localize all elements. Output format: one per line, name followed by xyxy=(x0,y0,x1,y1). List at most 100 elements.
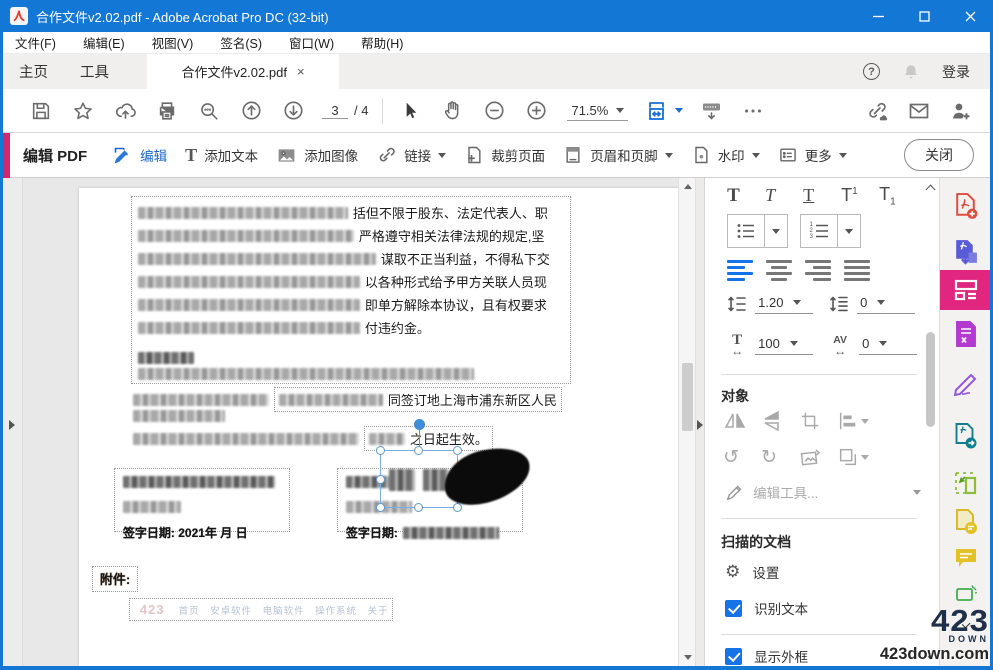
panel-scroll-thumb[interactable] xyxy=(926,332,935,427)
align-center-button[interactable] xyxy=(766,260,792,281)
document-canvas[interactable]: 括但不限于股东、法定代表人、职 严格遵守相关法律法规的规定,坚 谋取不正当利益，… xyxy=(23,178,678,666)
scroll-down-icon[interactable] xyxy=(684,655,692,660)
scrollbar-thumb[interactable] xyxy=(682,363,693,431)
menu-view[interactable]: 视图(V) xyxy=(152,33,194,52)
pdf-plus-icon[interactable] xyxy=(940,192,991,221)
doc-x-icon[interactable] xyxy=(940,320,991,348)
save-icon[interactable] xyxy=(20,93,62,129)
tab-document[interactable]: 合作文件v2.02.pdf × xyxy=(147,54,339,89)
email-icon[interactable] xyxy=(898,93,940,129)
text-block-outline[interactable]: 括但不限于股东、法定代表人、职 严格遵守相关法律法规的规定,坚 谋取不正当利益，… xyxy=(131,196,571,384)
maximize-button[interactable] xyxy=(901,0,947,32)
subscript-button[interactable]: T1 xyxy=(879,184,917,208)
previous-page-icon[interactable] xyxy=(230,93,272,129)
replace-image-icon[interactable] xyxy=(799,446,837,468)
header-footer-button[interactable]: 页眉和页脚 xyxy=(554,139,682,171)
underline-button[interactable]: T xyxy=(803,185,841,206)
zoom-out-icon[interactable] xyxy=(473,93,515,129)
tab-home[interactable]: 主页 xyxy=(3,54,64,89)
watermark-button[interactable]: 水印 xyxy=(682,139,769,171)
menu-help[interactable]: 帮助(H) xyxy=(361,33,403,52)
fit-width-icon[interactable] xyxy=(638,93,690,129)
more-button[interactable]: 更多 xyxy=(769,139,856,171)
pdf-arrow-icon[interactable] xyxy=(940,238,991,267)
bell-icon[interactable] xyxy=(902,63,920,81)
arrange-objects-icon[interactable] xyxy=(837,446,875,468)
edit-tools-row[interactable]: 编辑工具... xyxy=(725,482,921,502)
recognize-text-row[interactable]: 识别文本 xyxy=(725,598,808,618)
menu-edit[interactable]: 编辑(E) xyxy=(83,33,125,52)
crop-object-icon[interactable] xyxy=(799,410,837,432)
resize-handle-se[interactable] xyxy=(453,503,462,512)
resize-handle-nw[interactable] xyxy=(376,446,385,455)
party-a-signature-block[interactable]: 签字日期: 2021年 月 日 xyxy=(114,468,290,532)
share-upload-icon[interactable] xyxy=(104,93,146,129)
doc-send-icon[interactable] xyxy=(940,422,991,450)
bullet-list-caret[interactable] xyxy=(765,215,787,247)
bold-button[interactable]: T xyxy=(727,185,765,207)
sign-place-outline[interactable]: 同签订地上海市浦东新区人民 xyxy=(274,387,562,412)
add-image-button[interactable]: 添加图像 xyxy=(267,139,367,172)
flip-horizontal-icon[interactable] xyxy=(723,410,761,432)
crop-green-icon[interactable] xyxy=(940,470,991,496)
line-spacing-control[interactable]: 1.20 xyxy=(755,294,813,314)
zoom-level-control[interactable]: 71.5% xyxy=(567,101,628,121)
align-right-button[interactable] xyxy=(805,260,831,281)
expand-left-panel-icon[interactable] xyxy=(9,420,15,430)
edit-pdf-active-tile[interactable] xyxy=(940,270,991,310)
star-icon[interactable] xyxy=(62,93,104,129)
document-scrollbar[interactable] xyxy=(678,178,695,666)
tab-tools[interactable]: 工具 xyxy=(64,54,125,89)
resize-handle-n[interactable] xyxy=(414,446,423,455)
scroll-up-icon[interactable] xyxy=(684,184,692,189)
menu-file[interactable]: 文件(F) xyxy=(15,33,56,52)
pdf-page[interactable]: 括但不限于股东、法定代表人、职 严格遵守相关法律法规的规定,坚 谋取不正当利益，… xyxy=(79,188,681,666)
help-icon[interactable]: ? xyxy=(863,63,880,80)
sign-in-link[interactable]: 登录 xyxy=(942,62,970,82)
panel-scroll-up-icon[interactable] xyxy=(926,185,936,195)
settings-row[interactable]: ⚙ 设置 xyxy=(725,562,779,582)
menu-sign[interactable]: 签名(S) xyxy=(220,33,262,52)
minimize-button[interactable] xyxy=(855,0,901,32)
horizontal-scale-control[interactable]: 100 xyxy=(755,335,813,355)
show-outline-row[interactable]: 显示外框 xyxy=(725,646,808,666)
panel-scrollbar[interactable] xyxy=(924,182,937,662)
align-left-button[interactable] xyxy=(727,260,753,281)
paragraph-spacing-control[interactable]: 0 xyxy=(857,294,915,314)
select-tool-icon[interactable] xyxy=(389,93,431,129)
panel-collapse-strip[interactable] xyxy=(695,178,704,666)
resize-handle-sw[interactable] xyxy=(376,503,385,512)
more-tools-icon[interactable] xyxy=(732,93,774,129)
align-justify-button[interactable] xyxy=(844,260,870,281)
print-icon[interactable] xyxy=(146,93,188,129)
superscript-button[interactable]: T1 xyxy=(841,185,879,206)
tab-close-icon[interactable]: × xyxy=(297,64,305,79)
add-text-button[interactable]: T 添加文本 xyxy=(176,139,267,171)
comment-bubble-icon[interactable] xyxy=(940,546,991,570)
recognize-text-checkbox[interactable] xyxy=(725,600,742,617)
add-person-icon[interactable] xyxy=(940,93,982,129)
close-button[interactable] xyxy=(947,0,993,32)
kerning-control[interactable]: 0 xyxy=(859,335,917,355)
flip-vertical-icon[interactable] xyxy=(761,410,799,432)
attachment-outline[interactable]: 附件: xyxy=(92,566,138,592)
resize-handle-w[interactable] xyxy=(376,475,385,484)
italic-button[interactable]: T xyxy=(765,185,803,206)
next-page-icon[interactable] xyxy=(272,93,314,129)
resize-handle-ne[interactable] xyxy=(453,446,462,455)
rotation-handle[interactable] xyxy=(414,419,425,430)
rotate-ccw-icon[interactable]: ↺ xyxy=(723,446,761,468)
align-objects-icon[interactable] xyxy=(837,410,875,432)
numbered-list-button[interactable]: 123 xyxy=(801,215,837,247)
rotate-cw-icon[interactable]: ↻ xyxy=(761,446,799,468)
link-button[interactable]: 链接 xyxy=(367,139,455,172)
show-outline-checkbox[interactable] xyxy=(725,648,742,665)
bullet-list-button[interactable] xyxy=(728,215,764,247)
crop-pages-button[interactable]: 裁剪页面 xyxy=(455,139,554,171)
zoom-in-icon[interactable] xyxy=(515,93,557,129)
doc-comment-icon[interactable] xyxy=(940,508,991,536)
close-edit-pdf-button[interactable]: 关闭 xyxy=(904,139,974,171)
pen-icon[interactable] xyxy=(940,370,991,396)
share-link-icon[interactable] xyxy=(856,93,898,129)
numbered-list-caret[interactable] xyxy=(838,215,860,247)
